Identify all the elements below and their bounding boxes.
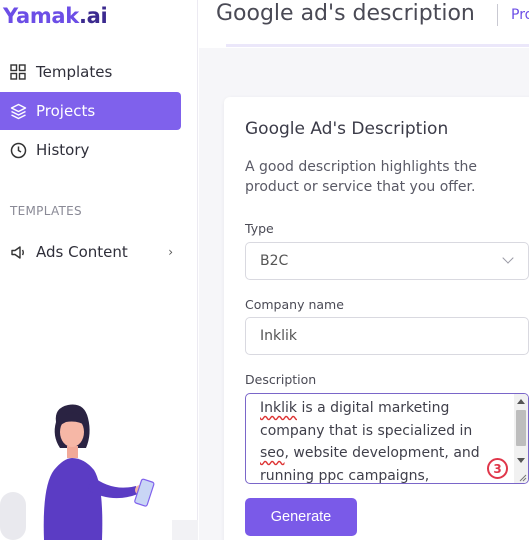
scroll-thumb[interactable] [516,410,526,446]
type-label: Type [245,221,274,236]
sidebar-item-templates[interactable]: Templates [0,53,181,91]
scroll-up-icon[interactable] [517,399,525,404]
sidebar-item-label: Templates [36,63,113,81]
sidebar-item-label: Projects [36,102,96,120]
sidebar: Yamak.ai Templates Projects History TEMP… [0,0,198,540]
chevron-right-icon: › [168,245,173,259]
header-divider [497,4,498,26]
header-underline [226,44,529,47]
person-illustration [0,400,198,540]
company-name-label: Company name [245,297,344,312]
page-title: Google ad's description [216,1,475,26]
textarea-scrollbar[interactable] [514,394,528,483]
layers-icon [9,102,27,120]
chevron-down-icon [502,252,514,264]
type-select-value: B2C [260,253,289,269]
megaphone-icon [9,243,27,261]
company-name-value: Inklik [260,328,297,344]
header-link[interactable]: Pro [511,7,529,23]
sidebar-item-ads-content[interactable]: Ads Content › [0,233,181,271]
type-select[interactable]: B2C [245,242,529,280]
clock-icon [9,141,27,159]
description-label: Description [245,372,317,387]
sidebar-item-projects[interactable]: Projects [0,92,181,130]
scroll-down-icon[interactable] [517,458,525,463]
generate-button[interactable]: Generate [245,498,357,536]
form-title: Google Ad's Description [245,119,449,139]
form-description: A good description highlights the produc… [245,159,477,195]
templates-section-title: TEMPLATES [10,204,82,218]
app-logo[interactable]: Yamak.ai [3,4,108,28]
sidebar-item-history[interactable]: History [0,131,181,169]
sidebar-item-label: History [36,141,90,159]
description-text: Inklik is a digital marketing company th… [260,400,480,484]
grid-icon [9,63,27,81]
sidebar-item-label: Ads Content [36,243,128,261]
company-name-input[interactable]: Inklik [245,317,529,355]
error-count-badge[interactable]: 3 [487,458,508,479]
resize-grip-icon[interactable] [518,473,527,482]
